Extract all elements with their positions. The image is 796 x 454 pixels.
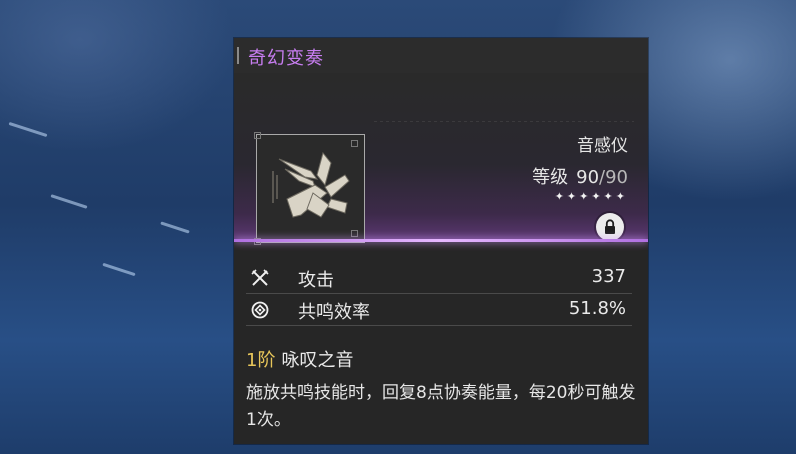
weapon-icon	[272, 151, 350, 218]
weapon-type: 音感仪	[577, 136, 628, 156]
level-current: 90	[576, 167, 600, 188]
crossed-swords-icon	[251, 269, 269, 286]
lock-button[interactable]	[596, 213, 624, 241]
stat-value: 51.8%	[568, 298, 626, 319]
weapon-name: 奇幻变奏	[248, 48, 324, 69]
title-bar: 奇幻变奏	[234, 38, 648, 73]
passive-rank: 1阶	[246, 350, 276, 371]
level-max: /90	[599, 167, 628, 188]
resonance-icon	[251, 301, 269, 319]
stat-value: 337	[591, 266, 626, 287]
frame-corner	[254, 132, 261, 139]
stat-row-attack: 攻击 337	[246, 263, 632, 294]
stat-name: 共鸣效率	[298, 302, 370, 323]
weapon-hero-section: 音感仪 等级 90/90 ✦✦✦✦✦✦	[234, 73, 648, 245]
title-accent-mark	[237, 47, 239, 64]
stat-name: 攻击	[298, 270, 334, 291]
rarity-stars: ✦✦✦✦✦✦	[554, 190, 628, 203]
lock-icon	[605, 219, 615, 234]
weapon-icon-frame	[254, 132, 365, 245]
weapon-detail-panel: 奇幻变奏 音感仪 等级 90/90 ✦✦✦✦✦✦ 攻击 337 共鸣效率 51.…	[234, 38, 648, 444]
passive-skill-title: 1阶 咏叹之音	[246, 346, 353, 372]
passive-name: 咏叹之音	[281, 350, 354, 371]
rarity-glow-line	[234, 239, 648, 242]
passive-description: 施放共鸣技能时，回复8点协奏能量，每20秒可触发1次。	[246, 383, 636, 430]
stat-row-resonance-efficiency: 共鸣效率 51.8%	[246, 295, 632, 326]
decorative-divider	[374, 121, 634, 122]
level-label: 等级	[532, 167, 569, 188]
weapon-level: 等级 90/90	[532, 163, 628, 189]
